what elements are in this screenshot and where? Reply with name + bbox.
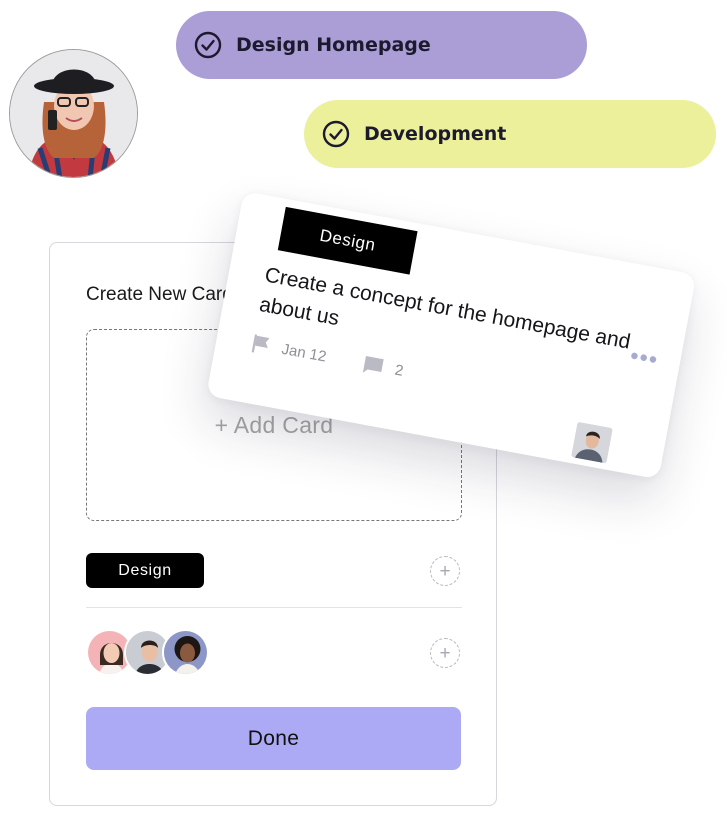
task-tag: Design xyxy=(277,206,418,275)
plus-circle-icon: + xyxy=(439,560,451,582)
development-label: Development xyxy=(364,123,507,145)
member-avatar[interactable] xyxy=(162,629,209,676)
task-title: Create a concept for the homepage and ab… xyxy=(257,263,633,354)
done-label: Done xyxy=(247,726,300,750)
flag-icon xyxy=(251,334,270,353)
task-tag-label: Design xyxy=(318,225,378,255)
design-homepage-pill[interactable]: Design Homepage xyxy=(176,11,587,79)
done-button[interactable]: Done xyxy=(86,707,461,770)
add-member-button[interactable]: + xyxy=(430,638,460,668)
task-comments: 2 xyxy=(362,354,405,380)
more-dots-icon[interactable]: ••• xyxy=(628,342,661,374)
check-circle-icon xyxy=(194,31,222,59)
member-avatars xyxy=(86,629,216,677)
comment-icon xyxy=(363,355,384,373)
divider xyxy=(86,607,462,608)
plus-circle-icon: + xyxy=(439,642,451,664)
check-circle-icon xyxy=(322,120,350,148)
task-date: Jan 12 xyxy=(251,333,328,366)
task-assignee-avatar[interactable] xyxy=(570,421,613,464)
panel-title: Create New Card xyxy=(86,284,233,305)
development-pill[interactable]: Development xyxy=(304,100,716,168)
add-tag-button[interactable]: + xyxy=(430,556,460,586)
design-tag[interactable]: Design xyxy=(86,553,204,588)
profile-avatar xyxy=(9,49,138,178)
design-tag-label: Design xyxy=(118,561,172,579)
profile-photo xyxy=(10,50,137,177)
design-homepage-label: Design Homepage xyxy=(236,34,431,56)
